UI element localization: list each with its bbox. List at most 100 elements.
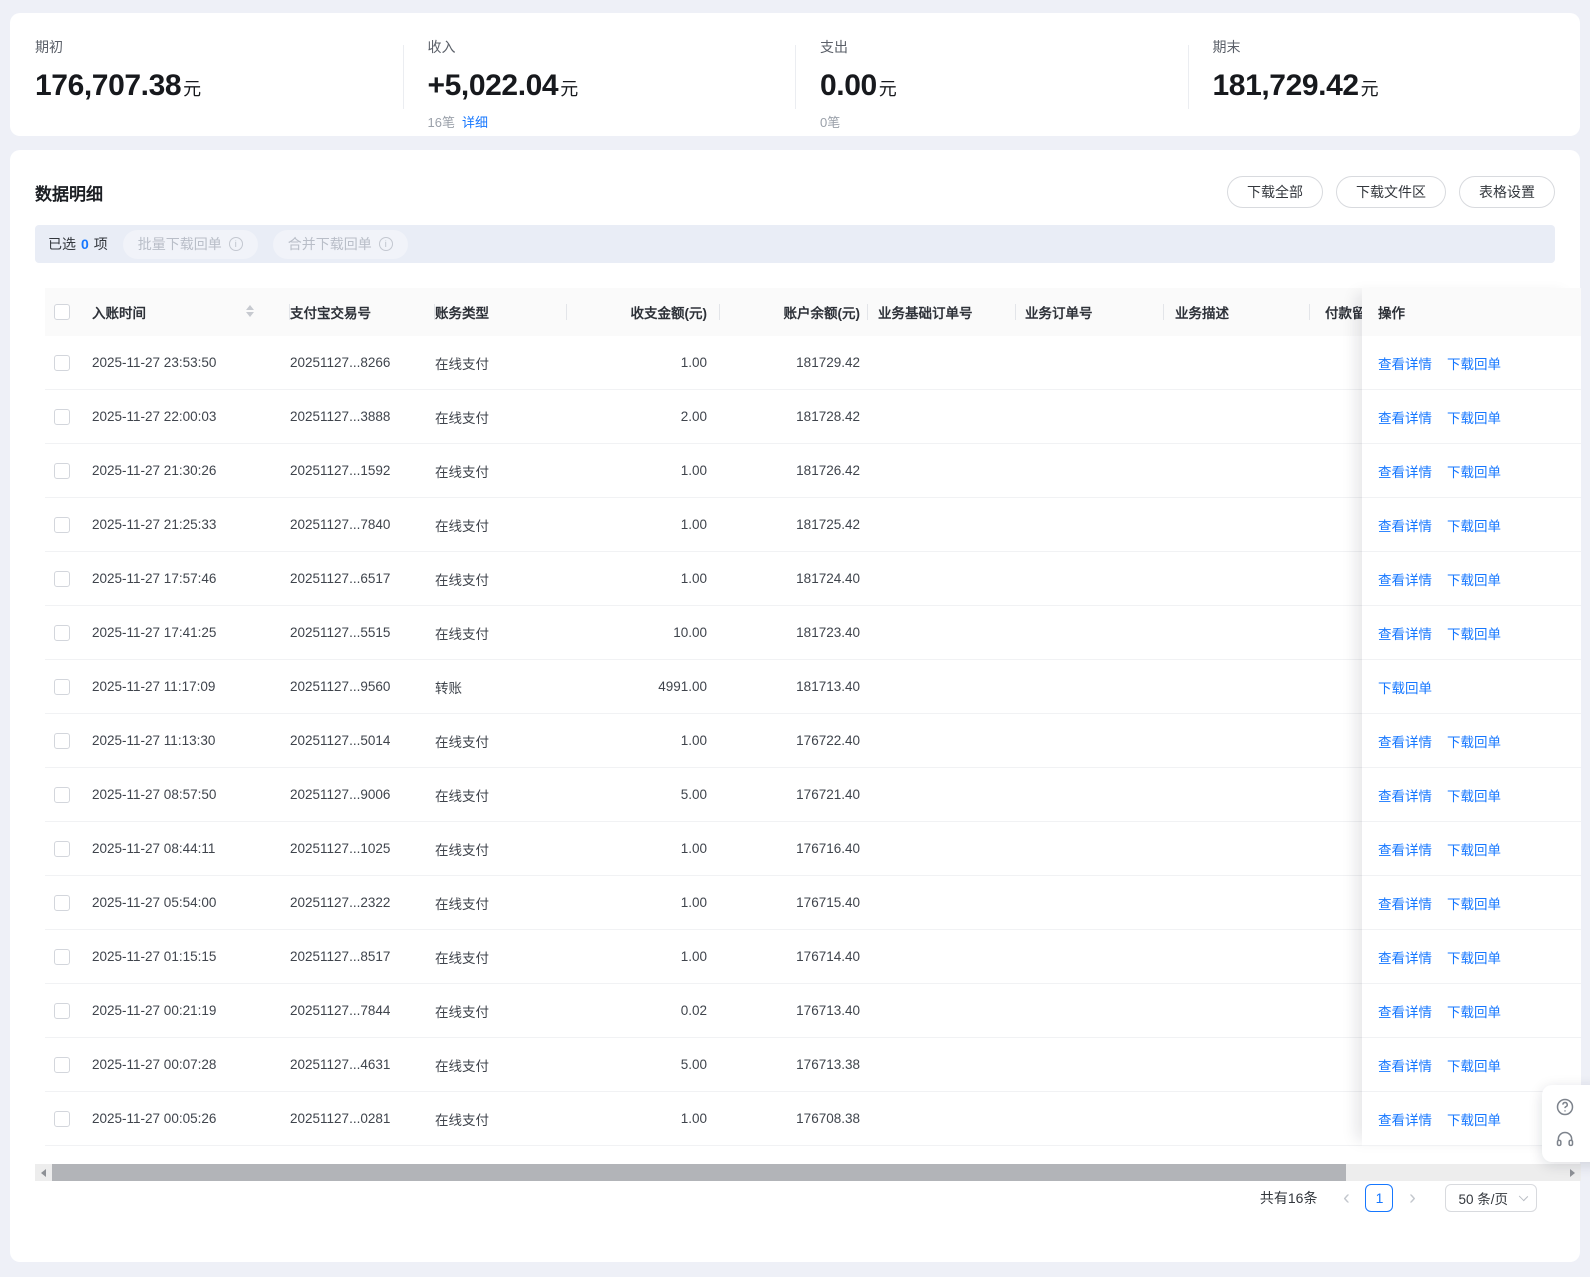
cell-description — [1164, 1092, 1310, 1145]
row-checkbox[interactable] — [54, 516, 70, 533]
view-details-link[interactable]: 查看详情 — [1378, 893, 1432, 913]
row-checkbox[interactable] — [54, 840, 70, 857]
scrollbar-track[interactable] — [1346, 1164, 1564, 1181]
row-checkbox[interactable] — [54, 948, 70, 965]
next-page-icon[interactable]: › — [1401, 1185, 1423, 1211]
scrollbar-thumb[interactable] — [52, 1164, 1346, 1181]
cell-order — [1016, 390, 1164, 443]
download-receipt-link[interactable]: 下载回单 — [1447, 461, 1501, 481]
select-all-checkbox[interactable] — [54, 304, 70, 320]
cell-entry-time: 2025-11-27 17:41:25 — [92, 625, 217, 640]
download-receipt-link[interactable]: 下载回单 — [1447, 893, 1501, 913]
row-checkbox[interactable] — [54, 354, 70, 371]
page-number-button[interactable]: 1 — [1365, 1184, 1394, 1212]
cell-balance: 176713.38 — [796, 1057, 860, 1072]
row-actions: 查看详情 下载回单 — [1362, 768, 1581, 822]
row-checkbox[interactable] — [54, 408, 70, 425]
table-row: 2025-11-27 11:17:09 20251127...9560 转账 4991… — [45, 660, 1581, 714]
cell-entry-time: 2025-11-27 22:00:03 — [92, 409, 217, 424]
cell-amount: 2.00 — [680, 409, 707, 424]
view-details-link[interactable]: 查看详情 — [1378, 623, 1432, 643]
cell-amount: 1.00 — [680, 571, 707, 586]
download-all-button[interactable]: 下载全部 — [1227, 176, 1323, 208]
cell-alipay-transaction-id: 20251127...7840 — [290, 517, 391, 532]
cell-balance: 176722.40 — [796, 733, 860, 748]
download-receipt-link[interactable]: 下载回单 — [1447, 623, 1501, 643]
unit: 元 — [878, 79, 897, 99]
cell-amount: 1.00 — [680, 1111, 707, 1126]
summary-opening: 期初 176,707.38 元 — [10, 13, 403, 136]
cell-amount: 1.00 — [680, 733, 707, 748]
page-size-select[interactable]: 50 条/页 — [1445, 1184, 1537, 1212]
view-details-link[interactable]: 查看详情 — [1378, 731, 1432, 751]
cell-balance: 181728.42 — [796, 409, 860, 424]
row-checkbox[interactable] — [54, 678, 70, 695]
row-actions: 查看详情 下载回单 — [1362, 498, 1581, 552]
income-detail-link[interactable]: 详细 — [462, 115, 488, 130]
horizontal-scrollbar[interactable] — [35, 1164, 1581, 1181]
download-receipt-link[interactable]: 下载回单 — [1447, 947, 1501, 967]
view-details-link[interactable]: 查看详情 — [1378, 353, 1432, 373]
cell-alipay-transaction-id: 20251127...6517 — [290, 571, 391, 586]
batch-download-receipts-button[interactable]: 批量下载回单 i — [122, 229, 258, 259]
download-receipt-link[interactable]: 下载回单 — [1447, 839, 1501, 859]
table-row: 2025-11-27 00:05:26 20251127...0281 在线支付 1.… — [45, 1092, 1581, 1146]
merge-download-receipts-button[interactable]: 合并下载回单 i — [272, 229, 408, 259]
row-checkbox[interactable] — [54, 786, 70, 803]
scroll-right-arrow-icon[interactable] — [1564, 1164, 1581, 1181]
row-checkbox[interactable] — [54, 462, 70, 479]
section-header: 数据明细 下载全部 下载文件区 表格设置 — [10, 150, 1580, 208]
unit: 元 — [183, 79, 201, 99]
view-details-link[interactable]: 查看详情 — [1378, 515, 1432, 535]
row-actions: 查看详情 下载回单 — [1362, 552, 1581, 606]
cell-order — [1016, 444, 1164, 497]
view-details-link[interactable]: 查看详情 — [1378, 407, 1432, 427]
row-checkbox[interactable] — [54, 1110, 70, 1127]
view-details-link[interactable]: 查看详情 — [1378, 1109, 1432, 1129]
download-receipt-link[interactable]: 下载回单 — [1447, 1001, 1501, 1021]
headset-icon[interactable] — [1555, 1130, 1575, 1150]
row-checkbox[interactable] — [54, 1056, 70, 1073]
download-receipt-link[interactable]: 下载回单 — [1447, 569, 1501, 589]
row-actions: 查看详情 下载回单 — [1362, 876, 1581, 930]
summary-label: 支出 — [820, 39, 848, 55]
question-circle-icon[interactable] — [1555, 1097, 1575, 1117]
row-checkbox[interactable] — [54, 894, 70, 911]
download-receipt-link[interactable]: 下载回单 — [1447, 1055, 1501, 1075]
header-time: 入账时间 — [92, 288, 290, 336]
cell-entry-time: 2025-11-27 05:54:00 — [92, 895, 217, 910]
table-settings-button[interactable]: 表格设置 — [1459, 176, 1555, 208]
download-receipt-link[interactable]: 下载回单 — [1447, 1109, 1501, 1129]
cell-entry-time: 2025-11-27 01:15:15 — [92, 949, 217, 964]
download-file-zone-button[interactable]: 下载文件区 — [1336, 176, 1446, 208]
cell-order — [1016, 498, 1164, 551]
scroll-left-arrow-icon[interactable] — [35, 1164, 52, 1181]
download-receipt-link[interactable]: 下载回单 — [1447, 515, 1501, 535]
row-checkbox[interactable] — [54, 1002, 70, 1019]
cell-entry-time: 2025-11-27 23:53:50 — [92, 355, 217, 370]
download-receipt-link[interactable]: 下载回单 — [1378, 677, 1432, 697]
table-row: 2025-11-27 08:57:50 20251127...9006 在线支付 5.… — [45, 768, 1581, 822]
download-receipt-link[interactable]: 下载回单 — [1447, 407, 1501, 427]
header-actions: 操作 — [1362, 288, 1581, 336]
cell-description — [1164, 498, 1310, 551]
cell-balance: 181726.42 — [796, 463, 860, 478]
view-details-link[interactable]: 查看详情 — [1378, 785, 1432, 805]
cell-description — [1164, 1038, 1310, 1091]
view-details-link[interactable]: 查看详情 — [1378, 1055, 1432, 1075]
download-receipt-link[interactable]: 下载回单 — [1447, 785, 1501, 805]
view-details-link[interactable]: 查看详情 — [1378, 569, 1432, 589]
sort-icon[interactable] — [246, 305, 254, 317]
view-details-link[interactable]: 查看详情 — [1378, 461, 1432, 481]
row-checkbox[interactable] — [54, 732, 70, 749]
download-receipt-link[interactable]: 下载回单 — [1447, 353, 1501, 373]
view-details-link[interactable]: 查看详情 — [1378, 839, 1432, 859]
download-receipt-link[interactable]: 下载回单 — [1447, 731, 1501, 751]
prev-page-icon[interactable]: ‹ — [1335, 1185, 1357, 1211]
row-checkbox[interactable] — [54, 570, 70, 587]
row-checkbox[interactable] — [54, 624, 70, 641]
cell-order — [1016, 714, 1164, 767]
cell-alipay-transaction-id: 20251127...2322 — [290, 895, 391, 910]
view-details-link[interactable]: 查看详情 — [1378, 947, 1432, 967]
view-details-link[interactable]: 查看详情 — [1378, 1001, 1432, 1021]
